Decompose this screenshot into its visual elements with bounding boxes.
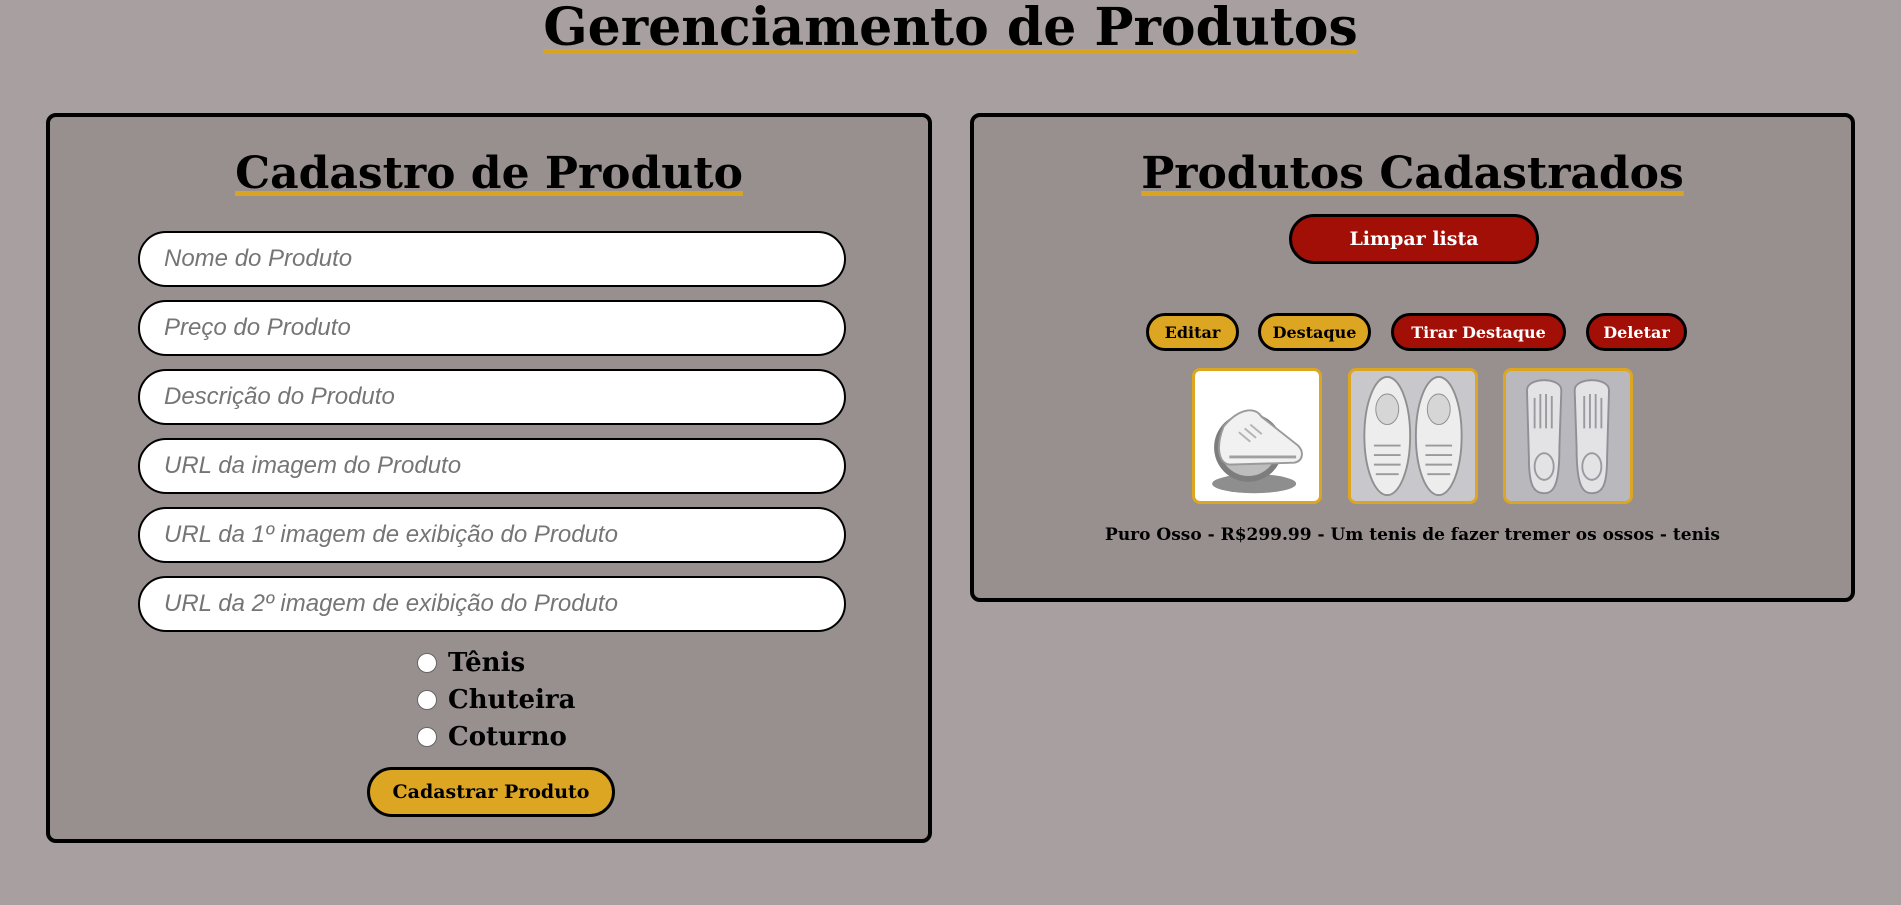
product-image-side [1192,368,1322,504]
product-display-image-2-input[interactable] [138,576,846,632]
shoe-side-image [1212,409,1303,494]
product-description-input[interactable] [138,369,846,425]
feature-button[interactable]: Destaque [1258,313,1371,351]
delete-button[interactable]: Deletar [1586,313,1687,351]
product-image-top [1348,368,1478,504]
product-name-input[interactable] [138,231,846,287]
radio-button[interactable] [417,726,437,747]
form-title: Cadastro de Produto [235,148,743,199]
clear-list-button[interactable]: Limpar lista [1289,214,1539,264]
page-title: Gerenciamento de Produtos [543,0,1358,58]
submit-product-button[interactable]: Cadastrar Produto [367,767,615,817]
radio-label: Coturno [448,721,567,752]
list-title: Produtos Cadastrados [1141,148,1684,199]
product-form-panel: Cadastro de Produto Tênis Chuteira Cotur… [46,113,932,843]
product-display-image-1-input[interactable] [138,507,846,563]
product-image-url-input[interactable] [138,438,846,494]
unfeature-button[interactable]: Tirar Destaque [1391,313,1566,351]
shoe-sole-image [1526,379,1610,495]
product-summary: Puro Osso - R$299.99 - Um tenis de fazer… [1105,525,1720,545]
radio-label: Chuteira [448,684,576,715]
category-radio-group: Tênis Chuteira Coturno [417,644,575,755]
category-option-coturno[interactable]: Coturno [417,718,575,755]
radio-button[interactable] [417,689,437,710]
category-option-chuteira[interactable]: Chuteira [417,681,575,718]
shoe-top-image [1363,375,1463,497]
product-list-panel: Produtos Cadastrados Limpar lista Editar… [970,113,1855,602]
radio-button[interactable] [417,652,437,673]
edit-button[interactable]: Editar [1146,313,1239,351]
radio-label: Tênis [448,647,526,678]
category-option-tenis[interactable]: Tênis [417,644,575,681]
product-image-sole [1503,368,1633,504]
product-price-input[interactable] [138,300,846,356]
